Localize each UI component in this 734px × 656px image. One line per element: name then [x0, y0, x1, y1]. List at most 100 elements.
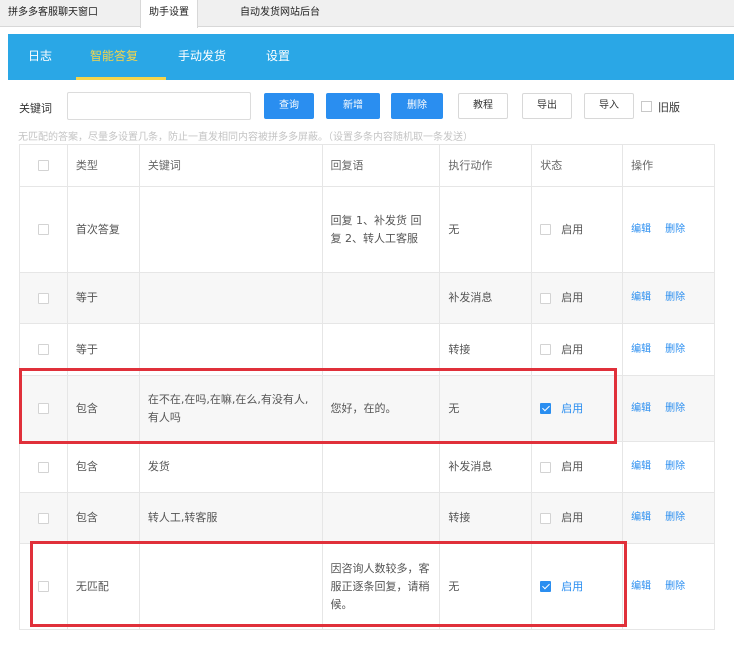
- legacy-label: 旧版: [658, 101, 680, 114]
- row-type: 首次答复: [68, 187, 140, 272]
- edit-link[interactable]: 编辑: [631, 458, 651, 476]
- row-reply: [323, 273, 441, 323]
- row-action: 无: [440, 544, 533, 629]
- row-keyword: [140, 324, 323, 375]
- row-checkbox[interactable]: [37, 292, 49, 304]
- table-row: 首次答复 回复 1、补发货 回复 2、转人工客服 无 启用 编辑 删除: [20, 187, 715, 273]
- table-row: 无匹配 因咨询人数较多，客服正逐条回复，请稍候。 无 启用 编辑 删除: [20, 544, 715, 630]
- row-operations: 编辑 删除: [623, 376, 715, 441]
- keyword-label: 关键词: [19, 102, 52, 115]
- row-status: 启用: [532, 324, 624, 375]
- window-tab-auto-ship-backend[interactable]: 自动发货网站后台: [232, 0, 328, 27]
- row-keyword: [140, 544, 323, 629]
- row-type: 等于: [68, 324, 140, 375]
- delete-button[interactable]: 删除: [391, 93, 443, 119]
- nav-smart-reply[interactable]: 智能答复: [90, 34, 138, 80]
- row-operations: 编辑 删除: [623, 273, 715, 323]
- legacy-checkbox[interactable]: [641, 101, 652, 112]
- table-row: 包含 在不在,在吗,在嘛,在么,有没有人,有人吗 您好，在的。 无 启用 编辑删…: [20, 376, 715, 442]
- nav-log[interactable]: 日志: [28, 34, 52, 80]
- row-reply: 回复 1、补发货 回复 2、转人工客服: [323, 187, 441, 272]
- status-checkbox[interactable]: [540, 581, 552, 592]
- delete-link[interactable]: 删除: [665, 458, 685, 476]
- table-header: 类型 关键词 回复语 执行动作 状态 操作: [20, 145, 715, 187]
- status-checkbox[interactable]: [540, 344, 552, 355]
- status-label: 启用: [561, 342, 584, 356]
- edit-link[interactable]: 编辑: [631, 289, 651, 307]
- status-label: 启用: [561, 511, 584, 524]
- import-button[interactable]: 导入: [584, 93, 634, 119]
- edit-link[interactable]: 编辑: [631, 341, 651, 359]
- delete-link[interactable]: 删除: [665, 289, 685, 307]
- delete-link[interactable]: 删除: [665, 400, 685, 418]
- row-status: 启用: [532, 493, 624, 543]
- row-type: 无匹配: [68, 544, 140, 629]
- delete-link[interactable]: 删除: [665, 221, 685, 239]
- status-label: 启用: [561, 460, 584, 473]
- row-status: 启用: [532, 442, 624, 492]
- export-button[interactable]: 导出: [522, 93, 572, 119]
- row-operations: 编辑 删除: [623, 442, 715, 492]
- row-keyword: 在不在,在吗,在嘛,在么,有没有人,有人吗: [140, 376, 323, 441]
- row-checkbox[interactable]: [37, 512, 49, 524]
- row-keyword: [140, 187, 323, 272]
- table-row: 等于 补发消息 启用 编辑 删除: [20, 273, 715, 324]
- row-checkbox[interactable]: [37, 581, 49, 592]
- table-row: 等于 转接 启用 编辑 删除: [20, 324, 715, 376]
- row-keyword: [140, 273, 323, 323]
- row-operations: 编辑 删除: [623, 544, 715, 629]
- row-operations: 编辑 删除: [623, 324, 715, 375]
- tutorial-button[interactable]: 教程: [458, 93, 508, 119]
- delete-link[interactable]: 删除: [665, 509, 685, 527]
- row-status: 启用: [532, 187, 624, 272]
- status-checkbox[interactable]: [540, 224, 552, 235]
- main-nav: 日志 智能答复 手动发货 设置: [8, 34, 734, 80]
- edit-link[interactable]: 编辑: [631, 221, 651, 239]
- header-action: 执行动作: [440, 145, 533, 186]
- row-action: 补发消息: [440, 273, 533, 323]
- window-tab-bar: 拼多多客服聊天窗口 助手设置 自动发货网站后台: [0, 0, 734, 28]
- row-operations: 编辑 删除: [623, 187, 715, 272]
- status-checkbox[interactable]: [540, 461, 552, 473]
- edit-link[interactable]: 编辑: [631, 400, 651, 418]
- header-status: 状态: [532, 145, 624, 186]
- header-keyword: 关键词: [140, 145, 323, 186]
- edit-link[interactable]: 编辑: [631, 509, 651, 527]
- table-row: 包含 发货 补发消息 启用 编辑 删除: [20, 442, 715, 493]
- row-type: 包含: [68, 493, 140, 543]
- status-checkbox[interactable]: [540, 292, 552, 304]
- legacy-toggle[interactable]: 旧版: [641, 99, 680, 115]
- row-checkbox[interactable]: [37, 224, 49, 235]
- nav-settings[interactable]: 设置: [266, 34, 290, 80]
- row-reply: 您好，在的。: [323, 376, 441, 441]
- row-checkbox[interactable]: [37, 344, 49, 355]
- row-reply: [323, 493, 441, 543]
- row-action: 无: [440, 376, 533, 441]
- select-all-checkbox[interactable]: [37, 160, 49, 171]
- edit-link[interactable]: 编辑: [631, 578, 651, 596]
- search-button[interactable]: 查询: [264, 93, 314, 119]
- status-checkbox[interactable]: [540, 512, 552, 524]
- status-label: 启用: [561, 222, 584, 236]
- row-status: 启用: [532, 544, 624, 629]
- add-button[interactable]: 新增: [326, 93, 380, 119]
- row-checkbox[interactable]: [37, 461, 49, 473]
- delete-link[interactable]: 删除: [665, 578, 685, 596]
- row-checkbox[interactable]: [37, 403, 49, 414]
- row-action: 转接: [440, 324, 533, 375]
- row-reply: [323, 442, 441, 492]
- row-status: 启用: [532, 273, 624, 323]
- row-reply: [323, 324, 441, 375]
- row-type: 等于: [68, 273, 140, 323]
- window-tab-assistant-settings[interactable]: 助手设置: [140, 0, 198, 28]
- keyword-input[interactable]: [67, 92, 251, 120]
- delete-link[interactable]: 删除: [665, 341, 685, 359]
- status-checkbox[interactable]: [540, 403, 552, 414]
- nav-active-indicator: [76, 77, 166, 80]
- window-tab-chat[interactable]: 拼多多客服聊天窗口: [0, 0, 106, 27]
- status-label: 启用: [561, 579, 584, 593]
- nav-manual-ship[interactable]: 手动发货: [178, 34, 226, 80]
- row-type: 包含: [68, 442, 140, 492]
- status-label: 启用: [561, 291, 584, 304]
- header-reply: 回复语: [323, 145, 441, 186]
